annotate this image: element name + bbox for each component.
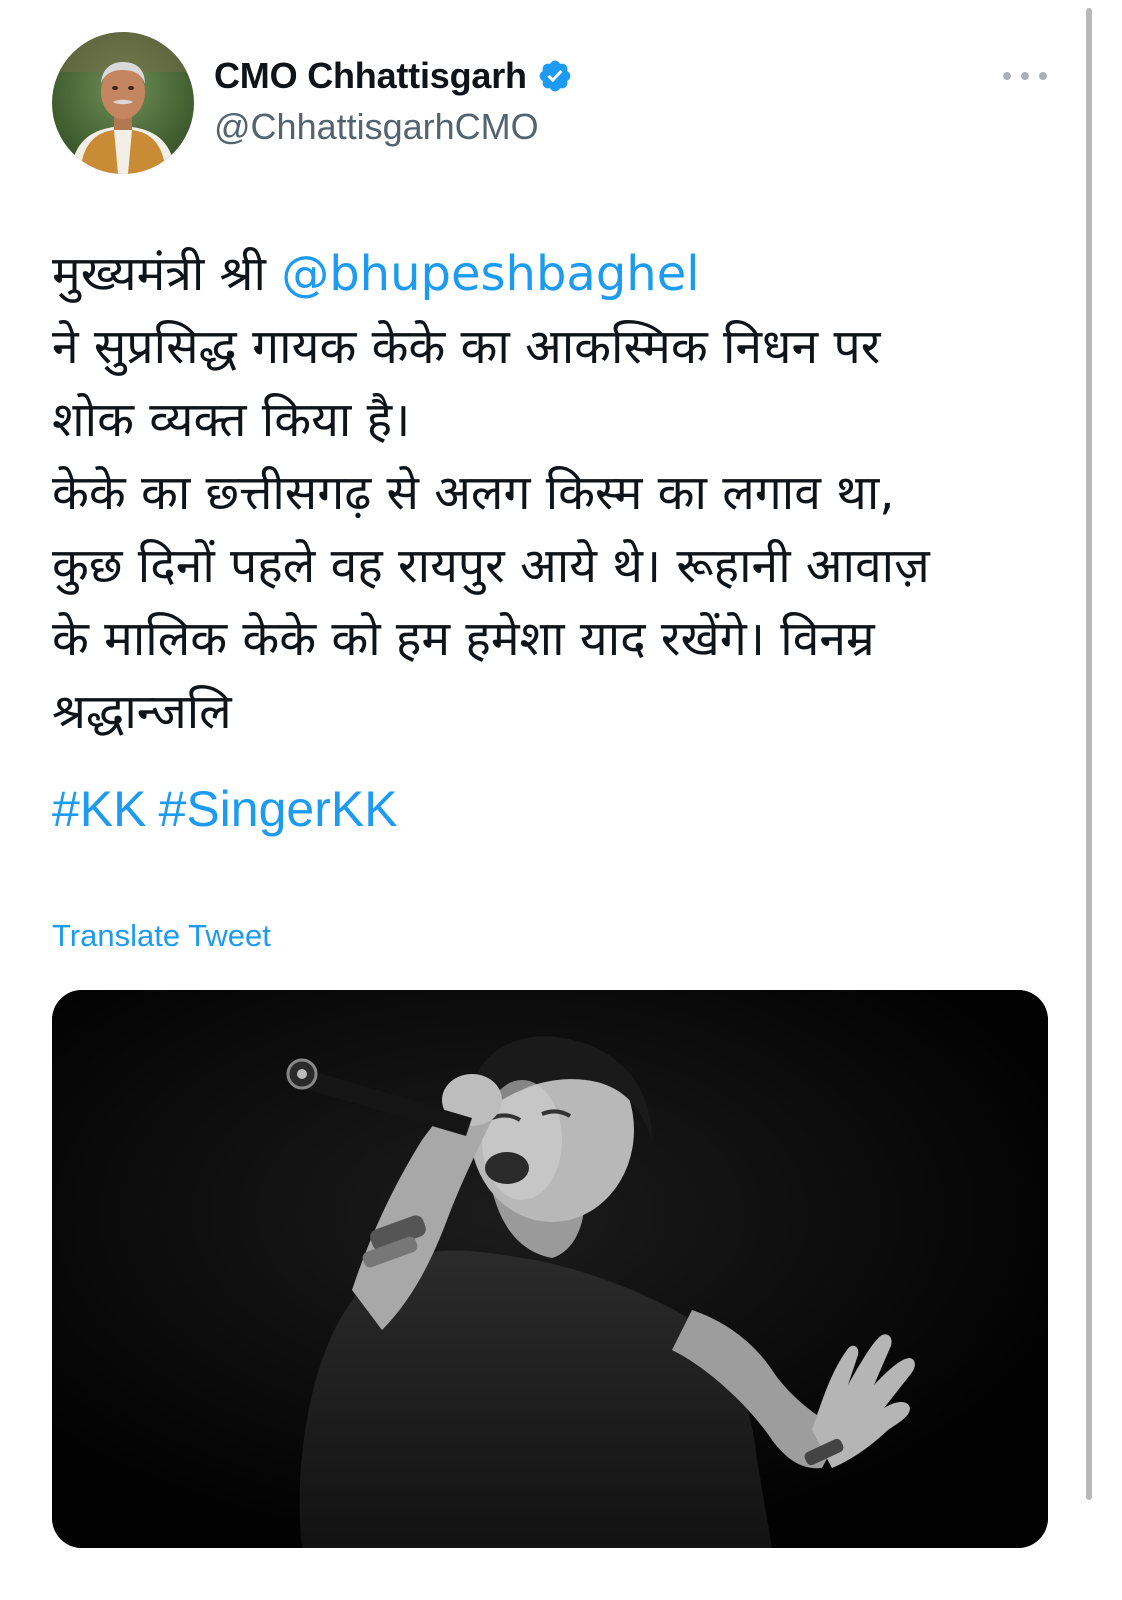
tweet-line: कुछ दिनों पहले वह रायपुर आये थे। रूहानी …	[52, 538, 930, 594]
tweet-line: केके का छ्त्तीसगढ़ से अलग किस्म का लगाव …	[52, 465, 895, 521]
display-name[interactable]: CMO Chhattisgarh	[214, 55, 527, 97]
hashtag-link[interactable]: #KK	[52, 781, 147, 837]
tweet-line-text: मुख्यमंत्री श्री	[52, 246, 282, 302]
display-name-row[interactable]: CMO Chhattisgarh	[214, 54, 573, 98]
tweet-line: शोक व्यक्त किया है।	[52, 392, 411, 448]
tweet-text: मुख्यमंत्री श्री @bhupeshbaghel ने सुप्र…	[52, 238, 1062, 749]
more-options-icon[interactable]	[1003, 62, 1047, 90]
singer-photo	[52, 990, 1048, 1548]
tweet-line: श्रद्धान्जलि	[52, 684, 232, 740]
tweet-line: ने सुप्रसिद्ध गायक केके का आकस्मिक निधन …	[52, 319, 881, 375]
tweet-line: मुख्यमंत्री श्री @bhupeshbaghel	[52, 238, 1062, 311]
profile-photo	[52, 32, 194, 174]
hashtags: #KK #SingerKK	[52, 780, 410, 838]
translate-tweet-link[interactable]: Translate Tweet	[52, 918, 271, 954]
avatar[interactable]	[52, 32, 194, 174]
verified-badge-icon	[537, 58, 573, 94]
tweet-media[interactable]	[52, 990, 1048, 1548]
tweet-page: CMO Chhattisgarh @ChhattisgarhCMO मुख्यम…	[0, 0, 1122, 1600]
handle[interactable]: @ChhattisgarhCMO	[214, 106, 539, 148]
tweet-line: के मालिक केके को हम हमेशा याद रखेंगे। वि…	[52, 611, 875, 667]
mention-link[interactable]: @bhupeshbaghel	[281, 246, 699, 302]
hashtag-link[interactable]: #SingerKK	[159, 781, 398, 837]
scrollbar[interactable]	[1086, 8, 1092, 1500]
